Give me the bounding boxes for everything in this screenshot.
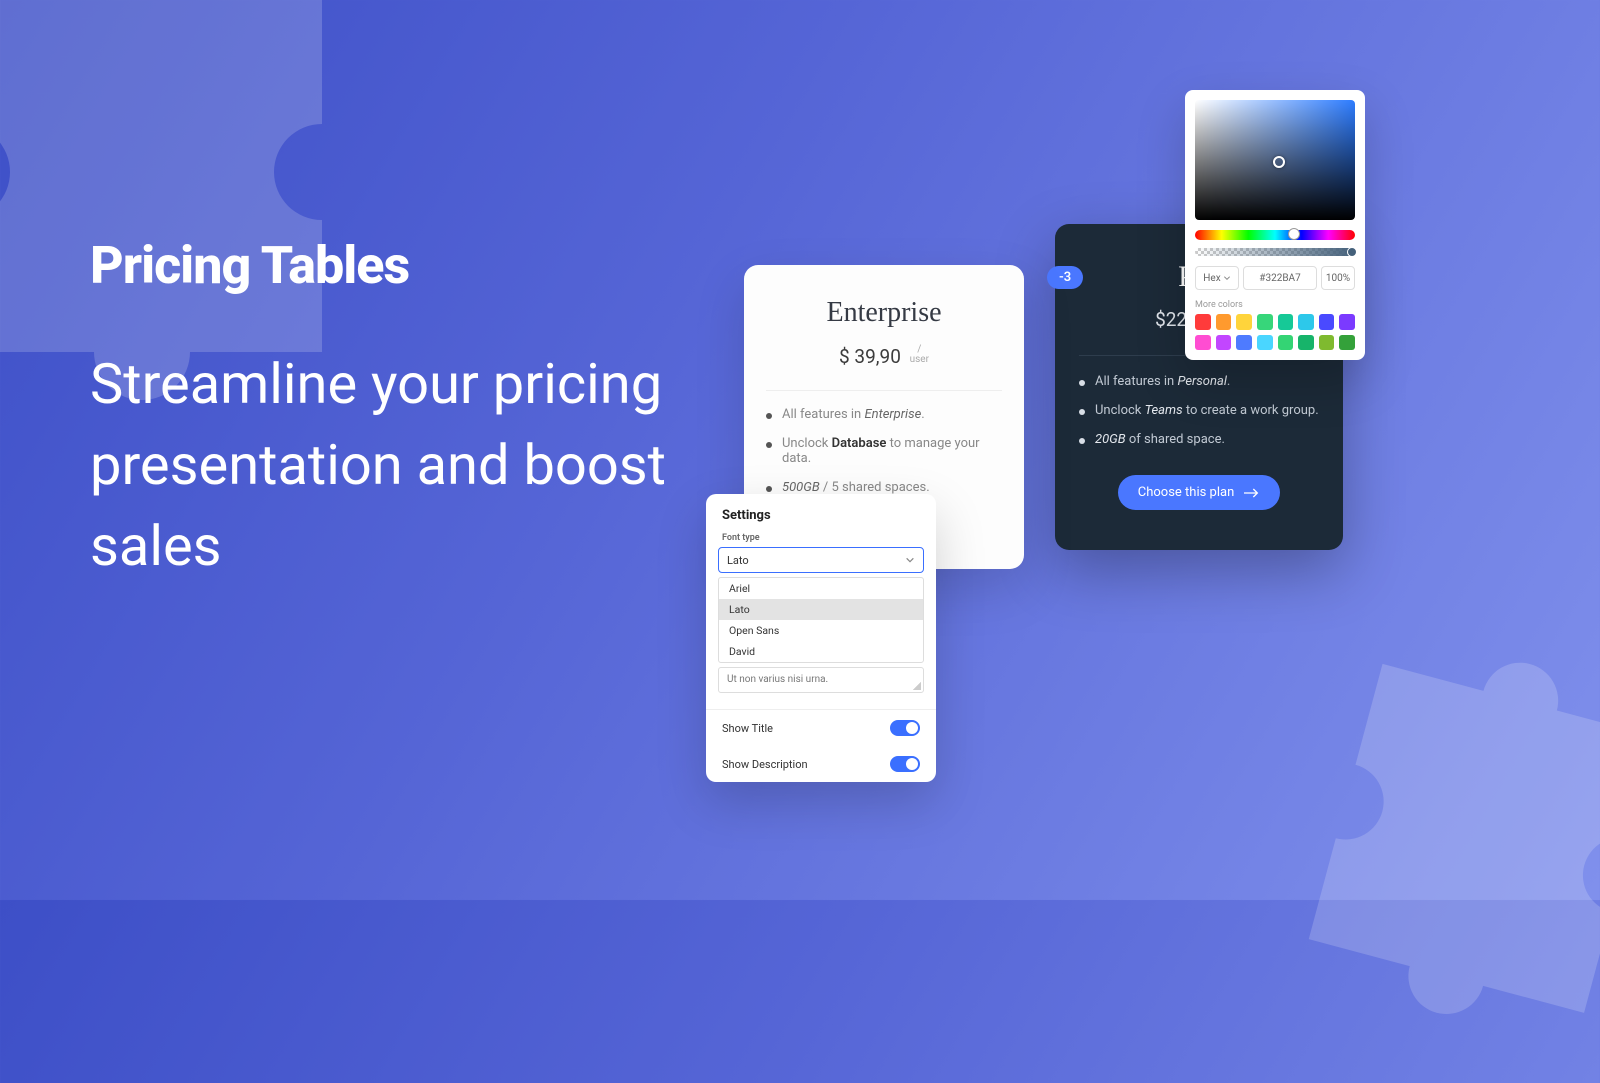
- settings-title: Settings: [706, 494, 936, 533]
- color-swatch[interactable]: [1319, 335, 1335, 351]
- alpha-slider[interactable]: [1195, 248, 1355, 256]
- decorative-puzzle-bottom-right: [1257, 617, 1600, 1082]
- color-swatch[interactable]: [1236, 335, 1252, 351]
- font-option-ariel[interactable]: Ariel: [719, 578, 923, 599]
- divider: [766, 390, 1002, 391]
- color-swatch[interactable]: [1216, 314, 1232, 330]
- color-swatch[interactable]: [1216, 335, 1232, 351]
- alpha-handle-icon[interactable]: [1347, 247, 1357, 257]
- hero: Pricing Tables Streamline your pricing p…: [90, 235, 710, 588]
- chevron-down-icon: [905, 555, 915, 565]
- bullet-icon: [1079, 380, 1085, 386]
- hero-subtitle: Streamline your pricing presentation and…: [90, 344, 710, 588]
- color-swatch[interactable]: [1339, 314, 1355, 330]
- plan-price: $ 39,90 /user: [766, 345, 1002, 368]
- show-description-row: Show Description: [706, 746, 936, 782]
- hero-title: Pricing Tables: [90, 235, 710, 296]
- color-swatch[interactable]: [1195, 335, 1211, 351]
- font-option-open-sans[interactable]: Open Sans: [719, 620, 923, 641]
- font-option-david[interactable]: David: [719, 641, 923, 662]
- chevron-down-icon: [1223, 274, 1231, 282]
- feature-item: Unclock Database to manage your data.: [766, 436, 1002, 466]
- choose-plan-button[interactable]: Choose this plan: [1118, 475, 1281, 510]
- bullet-icon: [766, 413, 772, 419]
- color-swatch[interactable]: [1319, 314, 1335, 330]
- show-description-label: Show Description: [722, 758, 808, 771]
- price-amount: $ 39,90: [839, 345, 901, 368]
- font-select[interactable]: Lato: [718, 547, 924, 573]
- price-per: /user: [910, 345, 929, 365]
- feature-item: All features in Enterprise.: [766, 407, 1002, 422]
- color-fields: Hex #322BA7 100%: [1195, 266, 1355, 290]
- font-select-value: Lato: [727, 554, 749, 567]
- font-option-lato[interactable]: Lato: [719, 599, 923, 620]
- bullet-icon: [766, 486, 772, 492]
- more-colors-label: More colors: [1195, 300, 1355, 310]
- show-title-label: Show Title: [722, 722, 773, 735]
- cta-label: Choose this plan: [1138, 485, 1235, 500]
- opacity-input[interactable]: 100%: [1321, 266, 1355, 290]
- color-picker: Hex #322BA7 100% More colors: [1185, 90, 1365, 360]
- bullet-icon: [1079, 438, 1085, 444]
- color-swatch[interactable]: [1278, 314, 1294, 330]
- arrow-right-icon: [1244, 487, 1260, 499]
- color-swatch[interactable]: [1236, 314, 1252, 330]
- color-swatch[interactable]: [1339, 335, 1355, 351]
- color-swatch[interactable]: [1278, 335, 1294, 351]
- hue-handle-icon[interactable]: [1288, 228, 1300, 240]
- discount-badge: -3: [1047, 266, 1083, 289]
- feature-item: Unclock Teams to create a work group.: [1079, 403, 1319, 418]
- bullet-icon: [766, 442, 772, 448]
- color-swatch[interactable]: [1195, 314, 1211, 330]
- color-mode-select[interactable]: Hex: [1195, 266, 1239, 290]
- feature-item: 20GB of shared space.: [1079, 432, 1319, 447]
- show-title-row: Show Title: [706, 710, 936, 746]
- description-textarea[interactable]: Ut non varius nisi urna.: [718, 667, 924, 693]
- hex-input[interactable]: #322BA7: [1243, 266, 1317, 290]
- color-indicator-icon[interactable]: [1273, 156, 1285, 168]
- show-title-toggle[interactable]: [890, 720, 920, 736]
- settings-panel: Settings Font type Lato Ariel Lato Open …: [706, 494, 936, 782]
- font-options-dropdown: Ariel Lato Open Sans David: [718, 577, 924, 663]
- feature-item: 500GB / 5 shared spaces.: [766, 480, 1002, 495]
- color-swatch[interactable]: [1298, 335, 1314, 351]
- bullet-icon: [1079, 409, 1085, 415]
- feature-item: All features in Personal.: [1079, 374, 1319, 389]
- color-swatch[interactable]: [1298, 314, 1314, 330]
- font-type-label: Font type: [706, 533, 936, 547]
- show-description-toggle[interactable]: [890, 756, 920, 772]
- color-swatches: [1195, 314, 1355, 350]
- plan-name: Enterprise: [766, 297, 1002, 329]
- color-gradient-area[interactable]: [1195, 100, 1355, 220]
- hue-slider[interactable]: [1195, 230, 1355, 240]
- color-swatch[interactable]: [1257, 335, 1273, 351]
- color-swatch[interactable]: [1257, 314, 1273, 330]
